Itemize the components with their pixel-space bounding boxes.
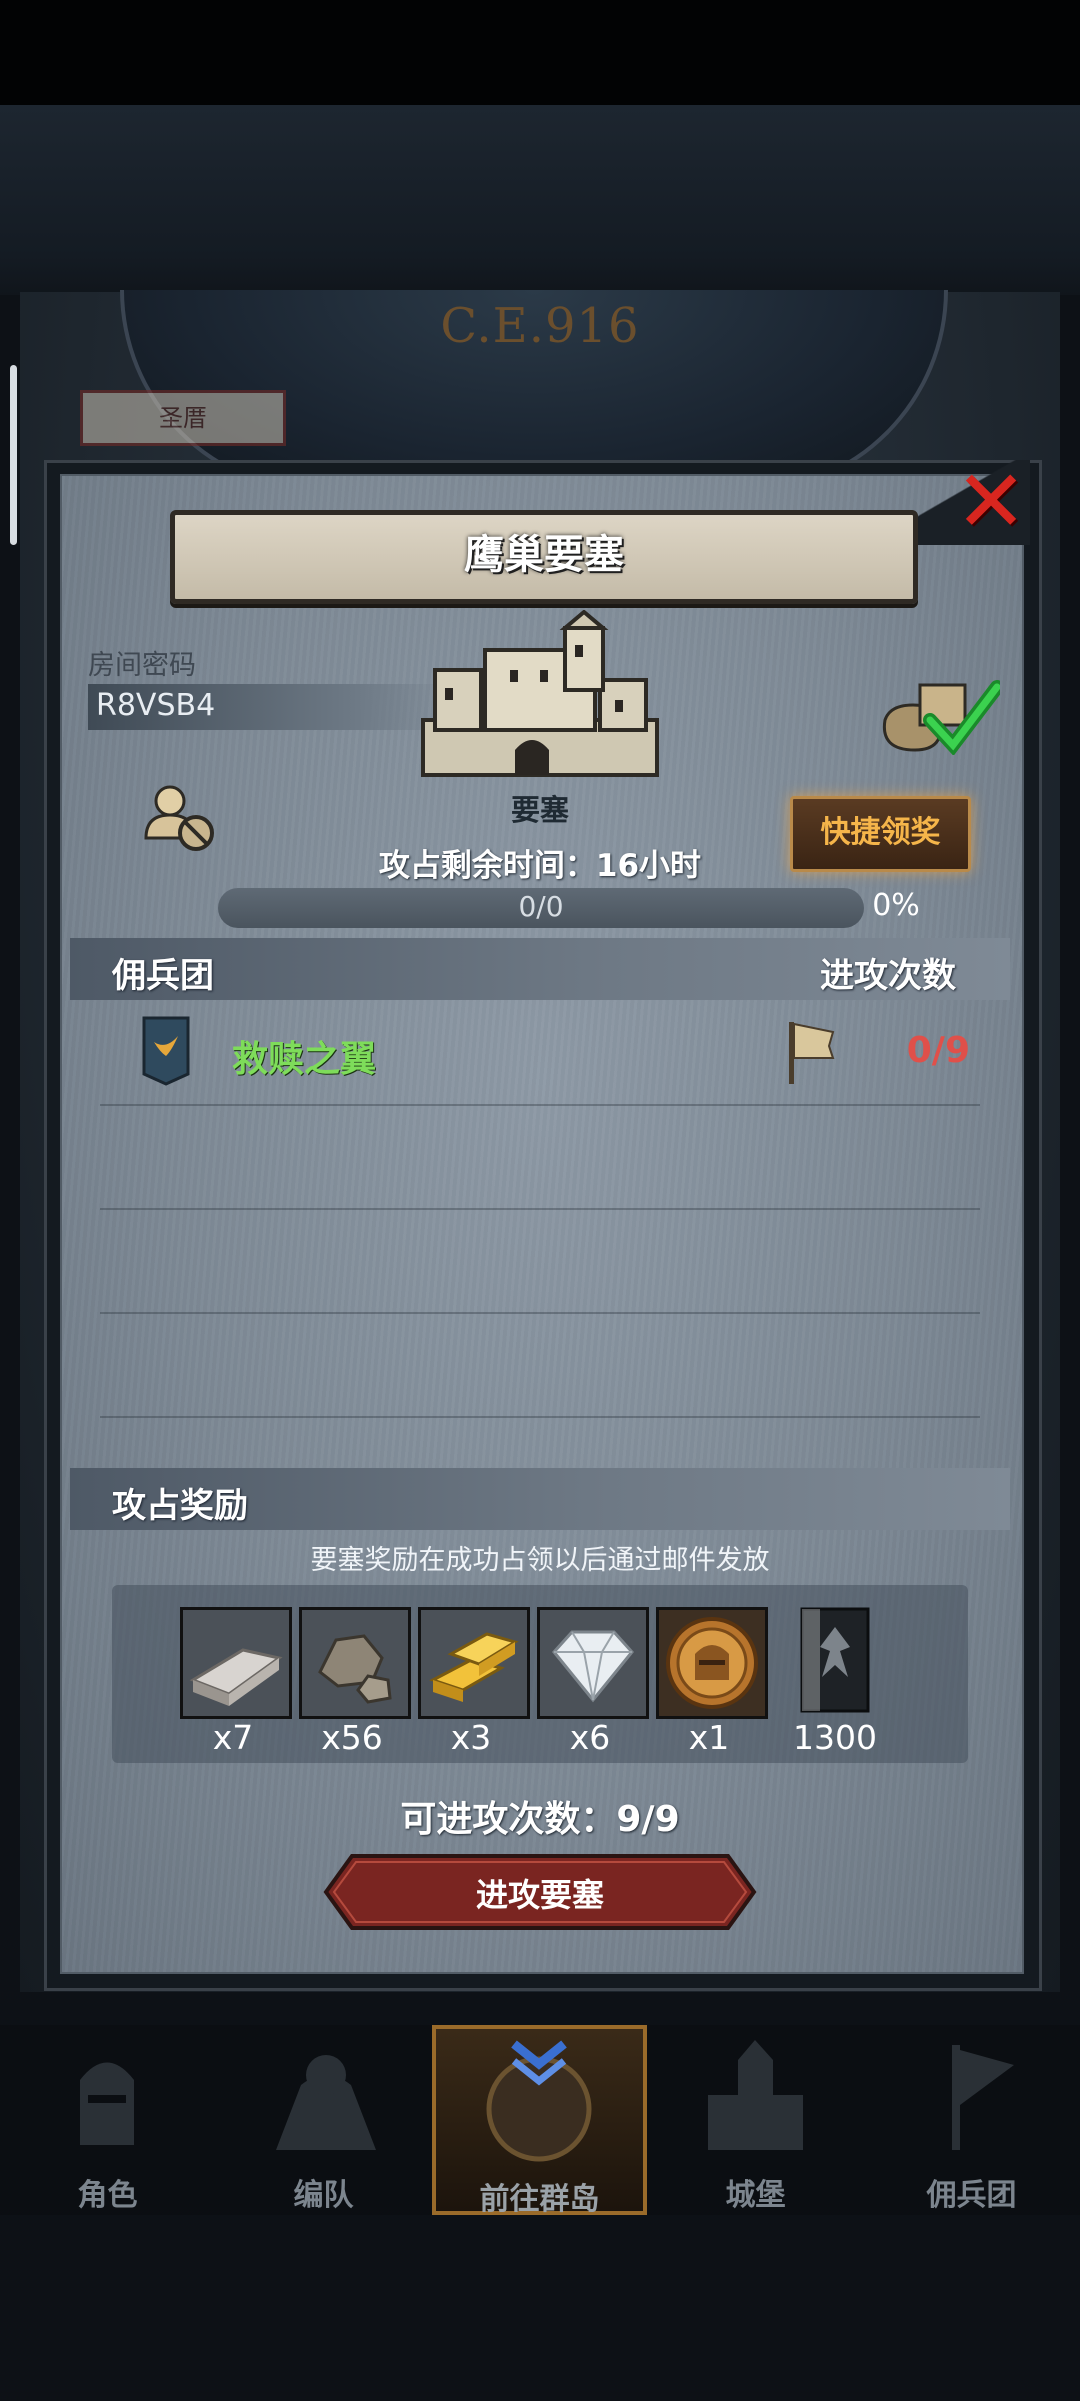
nav-label: 城堡	[725, 2178, 786, 2213]
nav-label: 编队	[293, 2178, 354, 2213]
banner-emblem-icon	[800, 1607, 870, 1713]
close-button[interactable]: ✕	[950, 459, 1032, 545]
row-divider	[100, 1312, 980, 1314]
reward-qty: x56	[321, 1718, 383, 1757]
nav-mercenary[interactable]: 佣兵团	[864, 2025, 1079, 2215]
user-blocked-icon[interactable]	[142, 783, 220, 853]
background-tag: 圣厝	[80, 390, 286, 446]
attack-count-header: 进攻次数	[820, 956, 956, 996]
room-password-value[interactable]: R8VSB4	[96, 688, 215, 723]
scrollbar-thumb[interactable]	[10, 365, 17, 545]
reward-item[interactable]	[180, 1607, 292, 1719]
reward-item[interactable]	[299, 1607, 411, 1719]
gold-bars-icon	[421, 1610, 527, 1716]
reward-item[interactable]	[537, 1607, 649, 1719]
reward-qty: x3	[450, 1718, 492, 1757]
attacks-remaining: 可进攻次数：9/9	[400, 1799, 680, 1840]
status-bar-area	[0, 0, 1080, 105]
top-header-band	[0, 105, 1080, 295]
reward-qty: 1300	[793, 1718, 877, 1757]
knight-helmet-icon	[80, 2062, 134, 2145]
diamond-icon	[540, 1610, 646, 1716]
nav-label: 佣兵团	[926, 2178, 1017, 2213]
dialog-title: 鹰巢要塞	[464, 532, 624, 578]
reward-qty: x1	[688, 1718, 730, 1757]
room-password-label: 房间密码	[88, 650, 196, 681]
reward-qty: x6	[569, 1718, 611, 1757]
row-divider	[100, 1416, 980, 1418]
banner-flag-icon	[952, 2045, 1014, 2150]
stone-ore-icon	[302, 1610, 408, 1716]
nav-castle[interactable]: 城堡	[648, 2025, 863, 2215]
reward-qty: x7	[212, 1718, 254, 1757]
knight-medal-icon	[659, 1610, 765, 1716]
reward-note: 要塞奖励在成功占领以后通过邮件发放	[310, 1545, 770, 1576]
nav-label: 前往群岛	[479, 2182, 600, 2217]
mercenary-name[interactable]: 救赎之翼	[232, 1030, 376, 1082]
castle-icon	[708, 2040, 803, 2150]
nav-label: 角色	[77, 2178, 138, 2213]
row-divider	[100, 1104, 980, 1106]
flag-icon	[789, 1022, 835, 1084]
capture-progress-percent: 0%	[872, 888, 920, 923]
capture-progress-text: 0/0	[518, 890, 564, 923]
row-divider	[100, 1208, 980, 1210]
mercenary-header-label: 佣兵团	[112, 956, 214, 996]
fortress-icon	[421, 610, 659, 777]
close-icon: ✕	[954, 452, 1028, 552]
reward-item[interactable]	[800, 1607, 870, 1713]
attack-fortress-button[interactable]: 进攻要塞	[322, 1870, 758, 1916]
iron-ingot-icon	[183, 1610, 289, 1716]
remaining-time: 攻占剩余时间：16小时	[378, 848, 702, 884]
fortress-name: 要塞	[510, 793, 569, 827]
reward-bag-check-icon[interactable]	[875, 665, 1000, 755]
mercenary-emblem-icon	[142, 1016, 190, 1086]
nav-archipelago[interactable]: 前往群岛	[432, 2025, 647, 2217]
reward-item[interactable]	[656, 1607, 768, 1719]
nav-character[interactable]: 角色	[0, 2025, 215, 2215]
mercenary-attack-count: 0/9	[906, 1030, 970, 1071]
compass-icon	[486, 2040, 592, 2162]
era-label: C.E.916	[440, 298, 640, 354]
armored-knight-icon	[276, 2055, 376, 2150]
reward-item[interactable]	[418, 1607, 530, 1719]
nav-formation[interactable]: 编队	[216, 2025, 431, 2215]
quick-claim-button[interactable]: 快捷领奖	[790, 796, 971, 872]
reward-header-label: 攻占奖励	[112, 1486, 248, 1526]
